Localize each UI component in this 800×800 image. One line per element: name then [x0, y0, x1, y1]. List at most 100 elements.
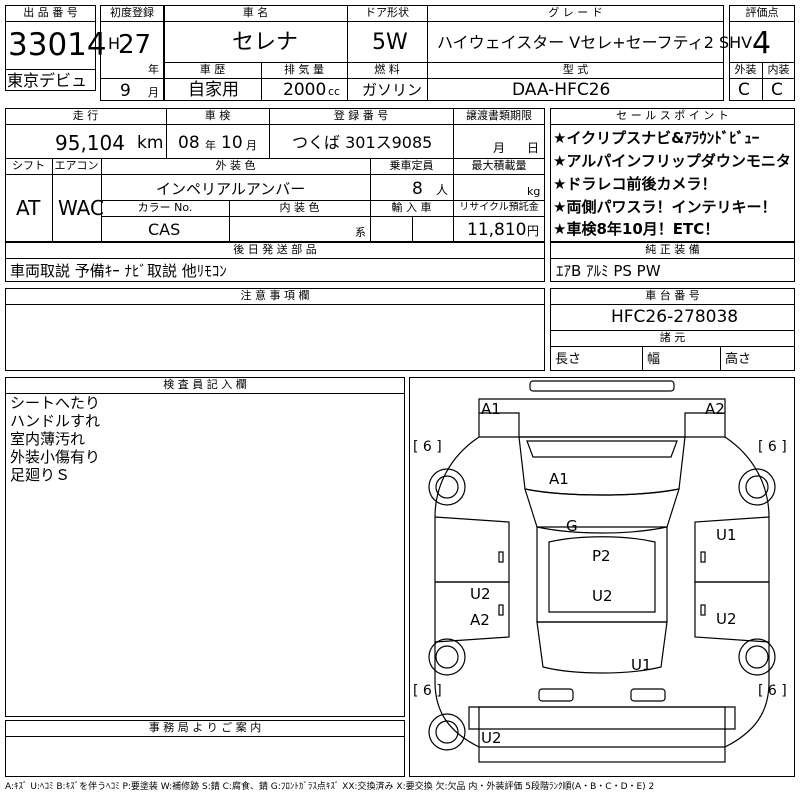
- plate: つくば 301ス9085: [292, 133, 433, 152]
- reg-year: 27: [118, 30, 152, 60]
- car-name: セレナ: [232, 30, 299, 55]
- import-label: 輸 入 車: [391, 201, 432, 214]
- recycle-label: リサイクル預託金: [459, 202, 539, 213]
- recycle: 11,810: [467, 220, 527, 240]
- mark-u1-right: U1: [716, 526, 737, 544]
- tire-rear-left: [ 6 ]: [413, 683, 442, 699]
- int-color-unit: 系: [355, 226, 366, 239]
- fuel-label: 燃 料: [374, 63, 400, 76]
- front-panel-outline: [478, 398, 726, 438]
- transfer-month-unit: 月: [493, 141, 506, 155]
- recycle-unit: 円: [527, 224, 540, 238]
- lot-no-label: 出 品 番 号: [23, 6, 78, 19]
- ac: WAC: [58, 196, 104, 220]
- office-label: 事 務 局 よ り ご 案 内: [148, 721, 262, 734]
- model-label: 型 式: [562, 63, 589, 76]
- selling-points-label: セ ー ル ス ポ イ ン ト: [616, 109, 729, 122]
- month-unit: 月: [148, 86, 159, 99]
- exterior-score: C: [738, 80, 750, 100]
- fuel: ガソリン: [362, 81, 423, 99]
- right-front-handle: [700, 551, 706, 563]
- mark-g: G: [566, 517, 578, 535]
- load-unit: kg: [527, 185, 541, 198]
- lot-number: 33014: [8, 27, 107, 63]
- int-color-label: 内 装 色: [279, 201, 320, 214]
- grade-label: グ レ ー ド: [548, 6, 603, 19]
- mark-u2-center: U2: [592, 587, 613, 605]
- interior-label: 内装: [767, 63, 790, 76]
- selling-point-2: ★アルパインフリップダウンモニタ: [553, 152, 791, 170]
- chassis-number: HFC26-278038: [611, 307, 739, 327]
- selling-point-4: ★両側パワスラ！インテリキー！: [553, 198, 777, 216]
- inspection-label: 車 検: [204, 109, 231, 122]
- mark-p2: P2: [592, 547, 611, 565]
- later-parts: 車両取説 予備ｷｰ ﾅﾋﾞ取説 他ﾘﾓｺﾝ: [10, 262, 227, 280]
- tire-front-right: [ 6 ]: [758, 439, 787, 455]
- vehicle-info-box: [5, 108, 545, 242]
- ac-label: エアコン: [54, 159, 99, 172]
- score-label: 評価点: [745, 6, 779, 19]
- left-rear-handle: [498, 604, 504, 616]
- color-no: CAS: [148, 220, 181, 239]
- color-no-label: カラー No.: [137, 201, 193, 214]
- displacement-unit: cc: [328, 85, 341, 98]
- capacity: 8: [412, 179, 423, 199]
- transfer-label: 譲渡書類期限: [466, 109, 532, 122]
- rear-panel-outline: [478, 706, 726, 763]
- left-front-handle: [498, 551, 504, 563]
- insp-year: 08: [178, 133, 200, 153]
- mark-u1-bottom: U1: [631, 656, 652, 674]
- right-rear-handle: [700, 604, 706, 616]
- dimensions-label: 諸 元: [659, 331, 686, 344]
- debut-text: 東京デビュ: [7, 71, 88, 90]
- tire-rear-right: [ 6 ]: [758, 683, 787, 699]
- car-name-label: 車 名: [242, 6, 269, 19]
- mark-a2-top: A2: [705, 400, 725, 418]
- inspector-line-2: ハンドルすれ: [10, 412, 101, 430]
- selling-point-3: ★ドラレコ前後カメラ！: [553, 175, 717, 193]
- capacity-label: 乗車定員: [389, 159, 434, 172]
- notes-label: 注 意 事 項 欄: [240, 289, 310, 302]
- grade: ハイウェイスター Vセレ+セーフティ2 SHV: [437, 33, 753, 52]
- shift: AT: [16, 196, 41, 220]
- front-left-wheel: [428, 468, 466, 506]
- color: インペリアルアンバー: [156, 180, 306, 198]
- standard-equipment-label: 純 正 装 備: [645, 243, 700, 256]
- selling-point-5: ★車検8年10月！ETC！: [553, 220, 720, 238]
- insp-year-unit: 年: [205, 139, 216, 152]
- reg-month: 9: [120, 81, 131, 101]
- exterior-label: 外装: [734, 63, 757, 76]
- model: DAA-HFC26: [512, 80, 611, 100]
- capacity-unit: 人: [436, 183, 449, 197]
- mark-u2-right: U2: [716, 610, 737, 628]
- inspector-line-1: シートへたり: [10, 394, 101, 412]
- interior-score: C: [771, 80, 783, 100]
- load-label: 最大積載量: [471, 159, 527, 172]
- standard-equipment: ｴｱB ｱﾙﾐ PS PW: [556, 262, 661, 280]
- mark-u2-left: U2: [470, 585, 491, 603]
- roof-outline: [536, 526, 668, 623]
- mark-u2-rear: U2: [481, 729, 502, 747]
- door-label: ドア形状: [365, 6, 409, 19]
- door-type: 5W: [372, 30, 408, 55]
- mark-a1-top: A1: [481, 400, 501, 418]
- front-bumper-outline: [529, 380, 675, 392]
- mark-a2-left: A2: [470, 611, 490, 629]
- legend: A:ｷｽﾞ U:ﾍｺﾐ B:ｷｽﾞを伴うﾍｺﾐ P:要塗装 W:補修跡 S:錆 …: [5, 782, 655, 792]
- selling-point-1: ★イクリプスナビ&ｱﾗｳﾝﾄﾞﾋﾞｭｰ: [553, 129, 760, 147]
- first-reg-label: 初度登録: [110, 6, 154, 19]
- rear-left-wheel: [428, 638, 466, 676]
- hood-outline: [518, 436, 686, 496]
- later-parts-label: 後 日 発 送 部 品: [233, 243, 317, 256]
- color-label: 外 装 色: [215, 159, 256, 172]
- mileage-unit: km: [137, 133, 164, 153]
- rear-bumper-outline: [468, 706, 736, 730]
- inspector-label: 検 査 員 記 入 欄: [163, 378, 247, 391]
- displacement: 2000: [283, 80, 327, 100]
- spare-wheel: [428, 713, 466, 751]
- left-front-door: [434, 516, 510, 583]
- history: 自家用: [188, 80, 239, 100]
- plate-label: 登 録 番 号: [333, 109, 389, 122]
- mileage-label: 走 行: [72, 109, 99, 122]
- year-unit: 年: [148, 63, 159, 76]
